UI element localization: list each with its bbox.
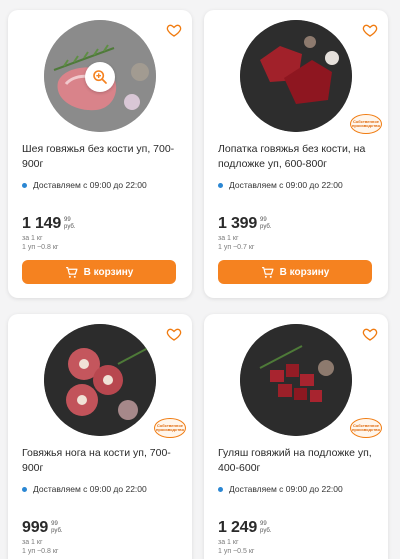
price-kopecks: 99 (51, 521, 58, 527)
heart-icon[interactable] (362, 22, 378, 38)
zoom-button[interactable] (85, 62, 115, 92)
price-kopecks: 99 (64, 217, 71, 223)
heart-icon[interactable] (166, 22, 182, 38)
price-currency: руб. (51, 528, 63, 534)
delivery-text: Доставляем с 09:00 до 22:00 (229, 180, 343, 190)
own-production-badge: Собственное производство (350, 114, 382, 134)
price-currency: руб. (260, 528, 272, 534)
add-to-cart-label: В корзину (279, 266, 330, 278)
price: 1 399 99 руб. (218, 215, 272, 233)
product-card[interactable]: Шея говяжья без кости уп, 700-900г Доста… (8, 10, 192, 298)
cart-icon (65, 266, 78, 278)
product-card[interactable]: Собственное производство Гуляш говяжий н… (204, 314, 388, 559)
price-unit: за 1 кг (22, 539, 43, 546)
price-kopecks: 99 (260, 217, 267, 223)
product-card[interactable]: Собственное производство Говяжья нога на… (8, 314, 192, 559)
price: 999 99 руб. (22, 519, 63, 537)
heart-icon[interactable] (362, 326, 378, 342)
product-image[interactable] (240, 20, 352, 132)
own-production-badge: Собственное производство (154, 418, 186, 438)
price-unit: за 1 кг (218, 235, 239, 242)
add-to-cart-label: В корзину (83, 266, 134, 278)
delivery-info: Доставляем с 09:00 до 22:00 (218, 484, 343, 494)
product-image[interactable] (240, 324, 352, 436)
delivery-text: Доставляем с 09:00 до 22:00 (33, 180, 147, 190)
package-weight: 1 уп ~0.8 кг (22, 244, 59, 251)
own-production-badge: Собственное производство (350, 418, 382, 438)
price-main: 999 (22, 519, 49, 536)
product-name[interactable]: Гуляш говяжий на подложке уп, 400-600г (218, 446, 378, 476)
add-to-cart-button[interactable]: В корзину (22, 260, 176, 284)
cart-icon (261, 266, 274, 278)
product-name[interactable]: Говяжья нога на кости уп, 700-900г (22, 446, 182, 476)
delivery-dot-icon (218, 486, 223, 492)
price-main: 1 149 (22, 215, 62, 232)
price: 1 149 99 руб. (22, 215, 76, 233)
product-name[interactable]: Лопатка говяжья без кости, на подложке у… (218, 142, 378, 172)
delivery-text: Доставляем с 09:00 до 22:00 (33, 484, 147, 494)
price: 1 249 99 руб. (218, 519, 272, 537)
price-currency: руб. (64, 224, 76, 230)
product-image[interactable] (44, 324, 156, 436)
delivery-dot-icon (22, 486, 27, 492)
delivery-info: Доставляем с 09:00 до 22:00 (22, 180, 147, 190)
add-to-cart-button[interactable]: В корзину (218, 260, 372, 284)
price-kopecks: 99 (260, 521, 267, 527)
delivery-text: Доставляем с 09:00 до 22:00 (229, 484, 343, 494)
price-unit: за 1 кг (22, 235, 43, 242)
delivery-dot-icon (218, 182, 223, 188)
price-main: 1 399 (218, 215, 258, 232)
delivery-dot-icon (22, 182, 27, 188)
price-currency: руб. (260, 224, 272, 230)
product-card[interactable]: Собственное производство Лопатка говяжья… (204, 10, 388, 298)
zoom-icon (93, 70, 107, 84)
package-weight: 1 уп ~0.7 кг (218, 244, 255, 251)
product-name[interactable]: Шея говяжья без кости уп, 700-900г (22, 142, 182, 172)
heart-icon[interactable] (166, 326, 182, 342)
delivery-info: Доставляем с 09:00 до 22:00 (218, 180, 343, 190)
package-weight: 1 уп ~0.5 кг (218, 548, 255, 555)
price-unit: за 1 кг (218, 539, 239, 546)
price-main: 1 249 (218, 519, 258, 536)
package-weight: 1 уп ~0.8 кг (22, 548, 59, 555)
delivery-info: Доставляем с 09:00 до 22:00 (22, 484, 147, 494)
